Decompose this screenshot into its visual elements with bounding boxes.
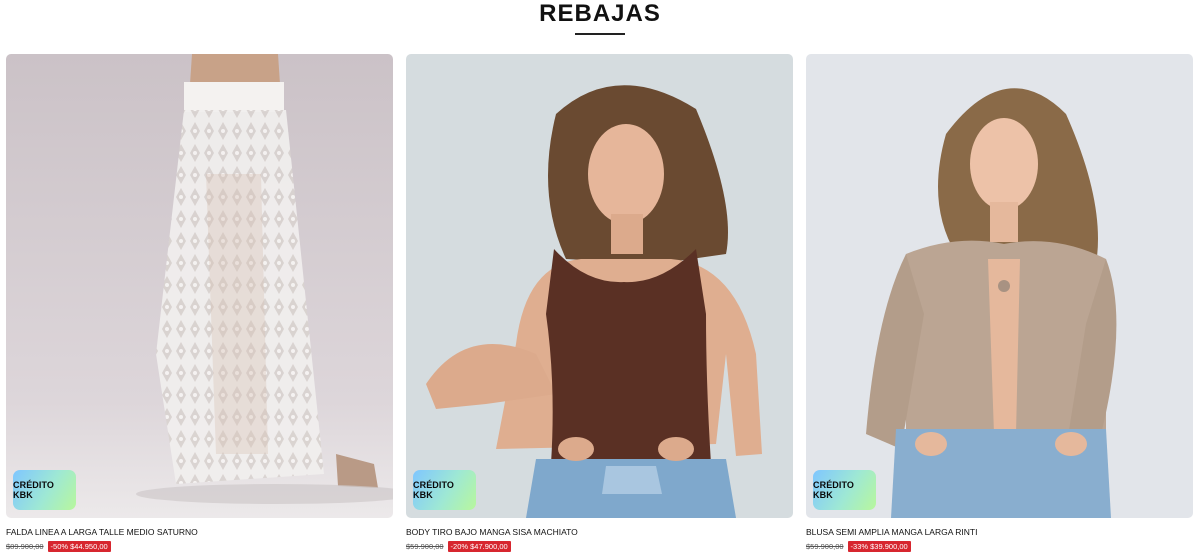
product-card[interactable]: CRÉDITO KBK BLUSA SEMI AMPLIA MANGA LARG…: [806, 54, 1193, 554]
credit-kbk-badge[interactable]: CRÉDITO KBK: [13, 470, 76, 510]
sale-price-tag: -50% $44.950,00: [47, 541, 111, 552]
credit-kbk-badge[interactable]: CRÉDITO KBK: [413, 470, 476, 510]
title-underline: [575, 33, 625, 35]
product-name[interactable]: BLUSA SEMI AMPLIA MANGA LARGA RINTI: [806, 527, 1193, 537]
sale-price-tag: -20% $47.900,00: [447, 541, 511, 552]
price-row: $59.900,00 -20% $47.900,00: [406, 541, 511, 552]
old-price: $89.900,00: [6, 542, 44, 551]
old-price: $59.900,00: [806, 542, 844, 551]
old-price: $59.900,00: [406, 542, 444, 551]
sale-price-tag: -33% $39.900,00: [847, 541, 911, 552]
product-card[interactable]: CRÉDITO KBK FALDA LINEA A LARGA TALLE ME…: [6, 54, 393, 554]
product-name[interactable]: FALDA LINEA A LARGA TALLE MEDIO SATURNO: [6, 527, 393, 537]
product-image[interactable]: [406, 54, 793, 518]
price-row: $89.900,00 -50% $44.950,00: [6, 541, 111, 552]
product-image[interactable]: [6, 54, 393, 518]
product-grid: CRÉDITO KBK FALDA LINEA A LARGA TALLE ME…: [6, 54, 1194, 560]
section-header: REBAJAS: [0, 0, 1200, 35]
product-card[interactable]: CRÉDITO KBK BODY TIRO BAJO MANGA SISA MA…: [406, 54, 793, 554]
bodysuit-photo: [406, 54, 793, 518]
product-name[interactable]: BODY TIRO BAJO MANGA SISA MACHIATO: [406, 527, 793, 537]
product-image[interactable]: [806, 54, 1193, 518]
cardigan-photo: [806, 54, 1193, 518]
price-row: $59.900,00 -33% $39.900,00: [806, 541, 911, 552]
section-title: REBAJAS: [539, 0, 661, 27]
skirt-photo: [6, 54, 393, 518]
credit-kbk-badge[interactable]: CRÉDITO KBK: [813, 470, 876, 510]
